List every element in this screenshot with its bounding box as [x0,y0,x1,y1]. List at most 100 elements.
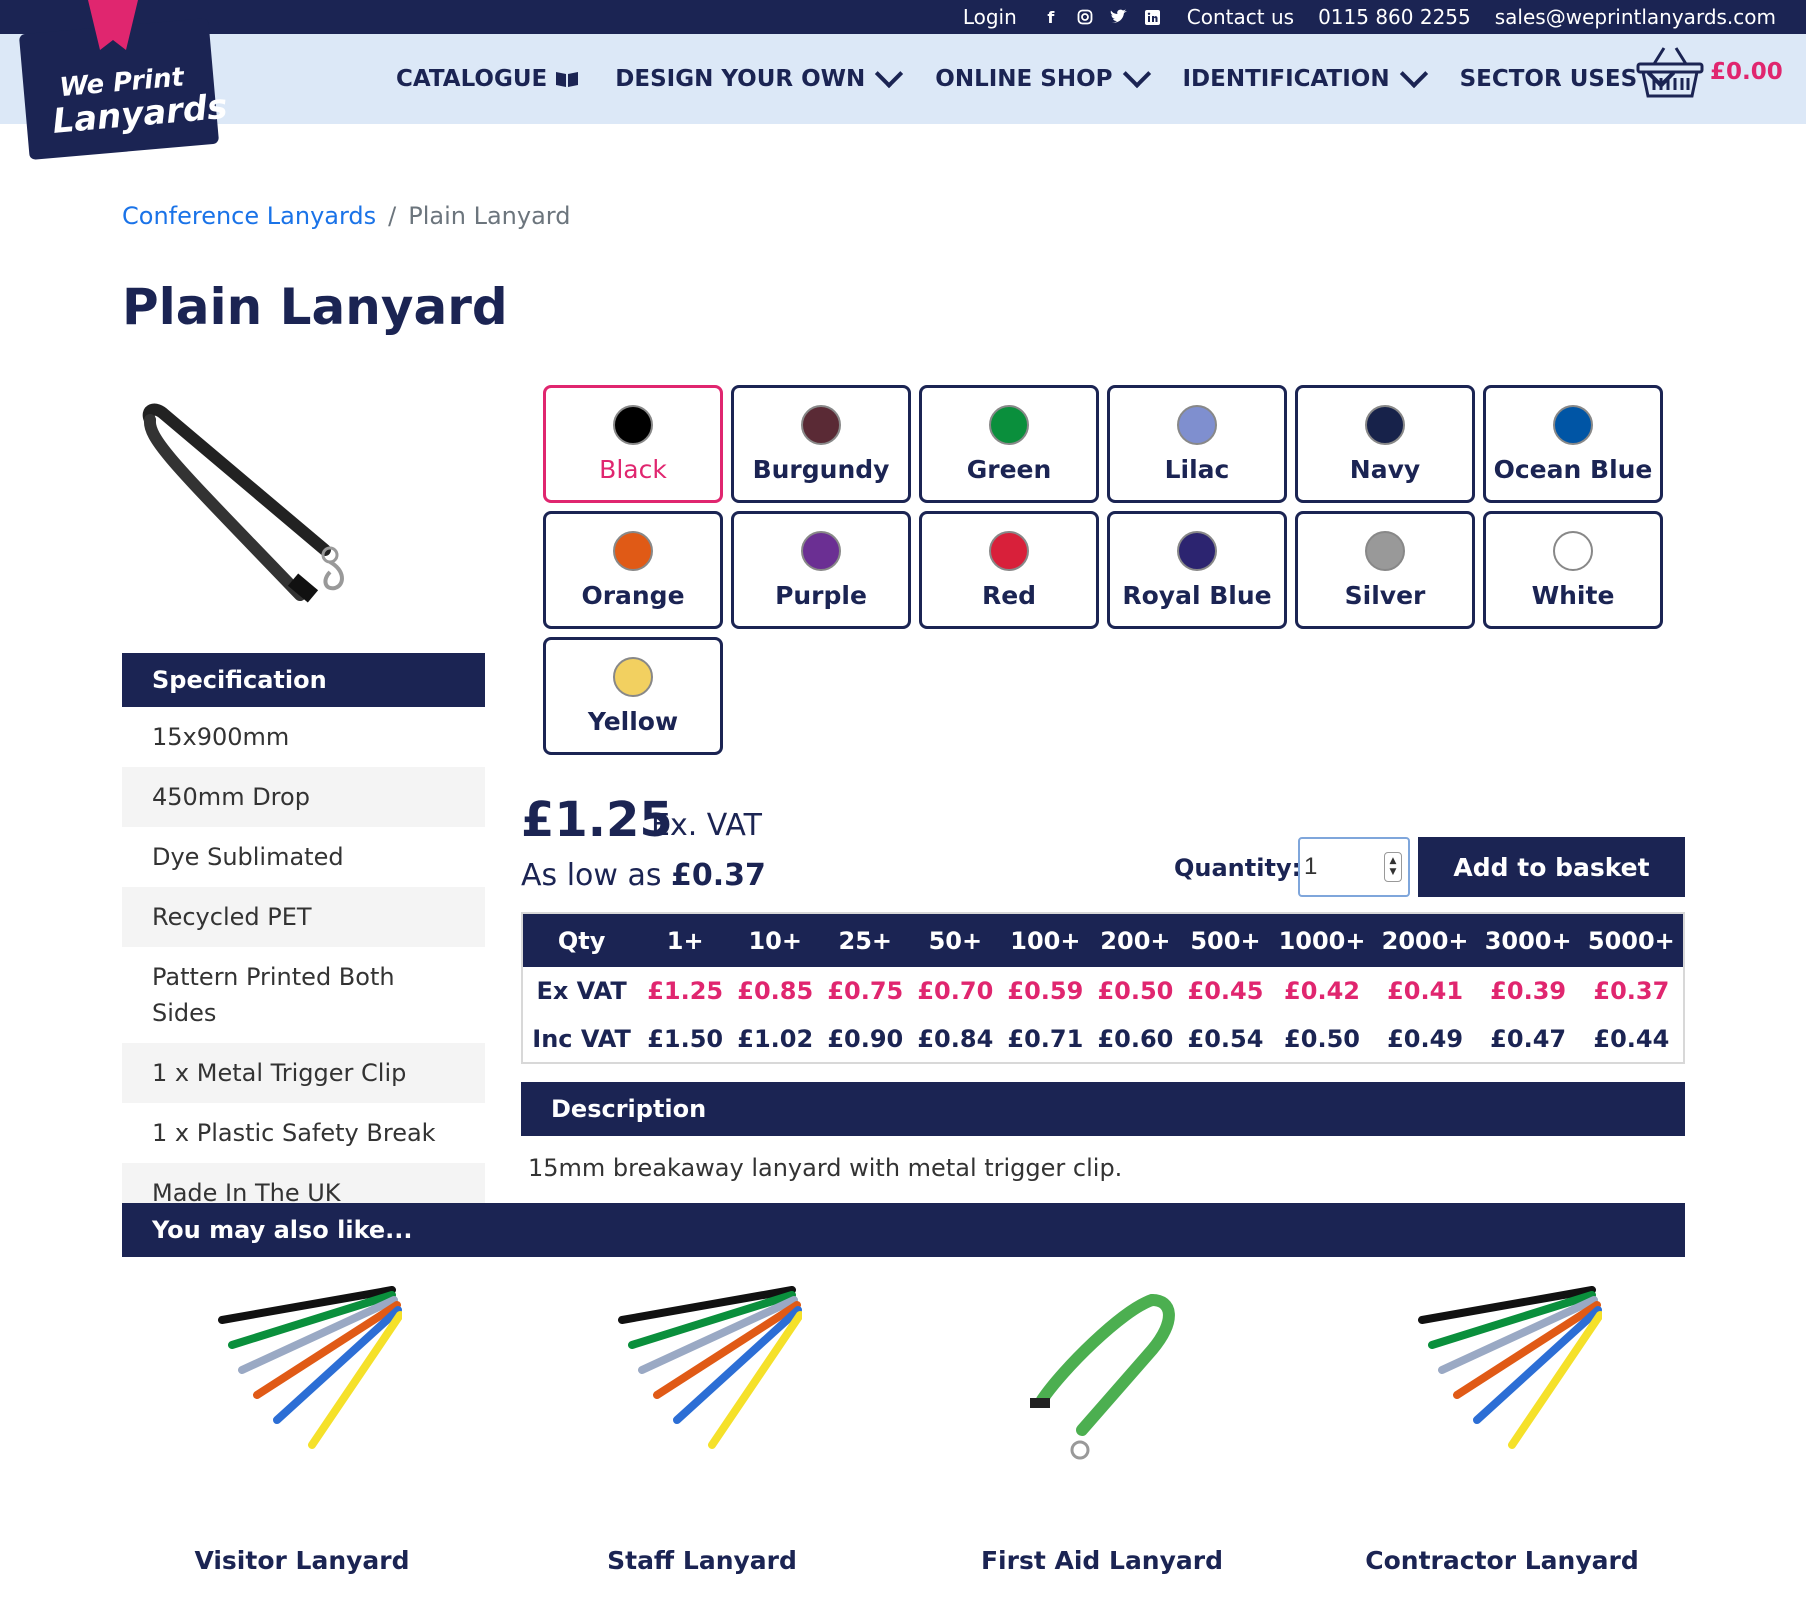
price-row-label: Ex VAT [536,977,627,1005]
price-cell: £0.41 [1387,977,1464,1005]
price-cell: £0.37 [1593,977,1670,1005]
product-image[interactable] [140,400,360,620]
price-table-header-cell: 10+ [730,913,821,967]
spec-item: 450mm Drop [122,767,485,827]
related-product-card[interactable]: Staff Lanyard [552,1280,852,1575]
colour-option-red[interactable]: Red [919,511,1099,629]
price-table-header-cell: 50+ [910,913,1001,967]
related-product-card[interactable]: Contractor Lanyard [1352,1280,1652,1575]
spec-item: Dye Sublimated [152,843,344,871]
linkedin-icon[interactable] [1143,7,1163,27]
breadcrumb-parent-link[interactable]: Conference Lanyards [122,202,376,230]
as-low-value: £0.37 [671,858,766,893]
spec-item: Recycled PET [122,887,485,947]
price-cell: £0.49 [1387,1024,1464,1053]
colour-dot [989,404,1029,445]
nav-catalogue[interactable]: CATALOGUE [396,66,579,92]
price-table-header-cell: 1+ [640,913,731,967]
basket-button[interactable]: £0.00 [1636,44,1783,100]
spec-item: 1 x Metal Trigger Clip [122,1043,485,1103]
price-cell: £0.71 [1007,1024,1084,1053]
colour-option-orange[interactable]: Orange [543,511,723,629]
colour-option-black[interactable]: Black [543,385,723,503]
related-product-card[interactable]: First Aid Lanyard [952,1280,1252,1575]
visitor-lanyard-image [218,1286,404,1449]
nav-identification[interactable]: IDENTIFICATION [1182,59,1428,92]
price-row-label: Inc VAT [532,1024,631,1053]
nav-catalogue-label: CATALOGUE [396,66,548,92]
price-cell: £1.25 [647,977,724,1005]
related-heading: You may also like... [122,1203,1685,1257]
nav-design-label: DESIGN YOUR OWN [615,66,866,92]
colour-option-yellow[interactable]: Yellow [543,637,723,755]
price-cell: £0.42 [1284,977,1360,1005]
price-table-header-cell: 5000+ [1579,913,1684,967]
colour-dot [1365,404,1405,445]
price-cell: £0.85 [737,977,814,1005]
facebook-icon[interactable]: f [1041,7,1061,27]
colour-dot [613,530,653,571]
colour-option-lilac[interactable]: Lilac [1107,385,1287,503]
price-cell: £0.50 [1284,1024,1360,1053]
price-table-header-cell: 100+ [1000,913,1091,967]
price-cell: £0.84 [917,1024,994,1053]
colour-option-ocean-blue[interactable]: Ocean Blue [1483,385,1663,503]
nav-sector-label: SECTOR USES [1459,66,1638,92]
price-table-header-cell: 2000+ [1373,913,1477,967]
price-cell: £0.45 [1187,977,1264,1005]
phone-link[interactable]: 0115 860 2255 [1318,5,1471,29]
colour-option-white[interactable]: White [1483,511,1663,629]
colour-dot [1553,530,1593,571]
colour-option-navy[interactable]: Navy [1295,385,1475,503]
colour-dot [1177,404,1217,445]
chevron-down-icon [875,59,904,89]
colour-option-burgundy[interactable]: Burgundy [731,385,911,503]
nav-identification-label: IDENTIFICATION [1182,66,1390,92]
chevron-down-icon [1122,59,1151,89]
colour-label: Purple [775,580,867,610]
price-cell: £0.90 [827,1024,904,1053]
price-cell: £0.39 [1490,977,1567,1005]
quantity-label: Quantity: [1174,854,1302,882]
colour-dot [613,404,653,445]
nav-design-your-own[interactable]: DESIGN YOUR OWN [615,59,904,92]
colour-dot [613,656,653,697]
quantity-stepper[interactable]: ▲ ▼ [1384,852,1402,882]
price-cell: £0.50 [1097,977,1174,1005]
colour-dot [1365,530,1405,571]
instagram-icon[interactable] [1075,7,1095,27]
colour-option-royal-blue[interactable]: Royal Blue [1107,511,1287,629]
colour-dot [1177,530,1217,571]
main-nav: CATALOGUE DESIGN YOUR OWN ONLINE SHOP ID… [0,34,1806,124]
contact-link[interactable]: Contact us [1187,5,1294,29]
colour-dot [801,404,841,445]
price-table-header-cell: 25+ [820,913,911,967]
related-product-name: First Aid Lanyard [980,1546,1224,1575]
colour-option-purple[interactable]: Purple [731,511,911,629]
twitter-icon[interactable] [1109,7,1129,27]
chevron-down-icon [1399,59,1428,89]
breadcrumb: Conference Lanyards / Plain Lanyard [122,202,570,230]
nav-online-shop[interactable]: ONLINE SHOP [935,59,1151,92]
price-cell: £0.44 [1593,1024,1670,1053]
add-to-basket-button[interactable]: Add to basket [1418,837,1685,897]
colour-label: Black [599,454,667,484]
related-product-name: Staff Lanyard [607,1546,797,1575]
colour-option-green[interactable]: Green [919,385,1099,503]
price-cell: £0.59 [1007,977,1084,1005]
login-link[interactable]: Login [963,5,1017,29]
price-table-row: Ex VAT £1.25 £0.85 £0.75 £0.70 £0.59 £0.50 £0.4… [522,967,1684,1015]
top-bar: Login f Contact us 0115 860 2255 sales@w… [0,0,1806,34]
price-table-header-cell: 3000+ [1476,913,1580,967]
price-cell: £0.70 [917,977,994,1005]
related-product-card[interactable]: Visitor Lanyard [152,1280,452,1575]
email-link[interactable]: sales@weprintlanyards.com [1495,5,1776,29]
colour-dot [801,530,841,571]
price-cell: £0.47 [1490,1024,1567,1053]
colour-dot [989,530,1029,571]
colour-label: Yellow [587,706,679,736]
colour-label: Burgundy [752,454,890,484]
nav-shop-label: ONLINE SHOP [935,66,1113,92]
colour-option-silver[interactable]: Silver [1295,511,1475,629]
colour-label: Orange [581,580,685,610]
